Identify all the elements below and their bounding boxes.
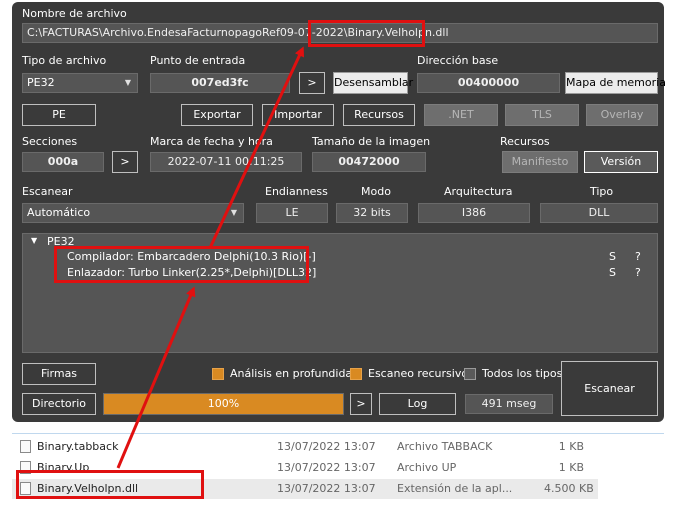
progress-text: 100% [207, 397, 240, 410]
scan-button[interactable]: Escanear [561, 361, 658, 416]
mode-label: Modo [361, 185, 391, 198]
highlight-box-file [16, 470, 204, 499]
file-type-label: Tipo de archivo [22, 54, 107, 67]
base-address-field[interactable]: 00400000 [417, 73, 560, 93]
image-size-label: Tamaño de la imagen [312, 135, 431, 148]
image-size-field[interactable]: 00472000 [312, 152, 426, 172]
all-types-label: Todos los tipos [482, 367, 563, 380]
tree-item-linker-signature[interactable]: S [609, 266, 616, 279]
resources-group-label: Recursos [500, 135, 550, 148]
base-address-label: Dirección base [417, 54, 499, 67]
deep-scan-checkbox[interactable] [212, 368, 224, 380]
tree-item-compiler-signature[interactable]: S [609, 250, 616, 263]
timestamp-label: Marca de fecha y hora [150, 135, 273, 148]
manifest-button[interactable]: Manifiesto [502, 151, 578, 173]
file-type: Archivo TABBACK [397, 440, 493, 453]
chevron-down-icon: ▼ [230, 208, 237, 217]
overlay-button[interactable]: Overlay [586, 104, 658, 126]
file-name-label: Nombre de archivo [22, 7, 127, 20]
dotnet-button[interactable]: .NET [424, 104, 498, 126]
chevron-down-icon: ▼ [124, 78, 131, 87]
file-type: Archivo UP [397, 461, 457, 474]
pe-button[interactable]: PE [22, 104, 96, 126]
deep-scan-label: Análisis en profundidad [230, 367, 360, 380]
file-date: 13/07/2022 13:07 [277, 482, 376, 495]
architecture-label: Arquitectura [444, 185, 513, 198]
recursive-scan-checkbox[interactable] [350, 368, 362, 380]
memory-map-button[interactable]: Mapa de memoria [565, 72, 666, 94]
log-button[interactable]: Log [379, 393, 456, 415]
tree-item-linker-info[interactable]: ? [635, 266, 641, 279]
elapsed-time-field: 491 mseg [465, 394, 553, 414]
timestamp-field[interactable]: 2022-07-11 00:11:25 [150, 152, 302, 172]
entry-point-go-button[interactable]: > [299, 72, 325, 94]
scan-mode-select[interactable]: Automático ▼ [22, 203, 244, 223]
file-date: 13/07/2022 13:07 [277, 461, 376, 474]
sections-go-button[interactable]: > [112, 151, 138, 173]
disassemble-button[interactable]: Desensamblar [333, 72, 413, 94]
results-go-button[interactable]: > [350, 393, 372, 415]
scan-label: Escanear [22, 185, 73, 198]
file-size: 4.500 KB [544, 482, 594, 495]
scan-progress-bar: 100% [103, 393, 344, 415]
directory-button[interactable]: Directorio [22, 393, 96, 415]
file-type-select[interactable]: PE32 ▼ [22, 73, 138, 93]
expand-arrow-icon[interactable]: ▼ [31, 236, 37, 245]
highlight-box-path [308, 20, 425, 47]
sections-field[interactable]: 000a [22, 152, 104, 172]
file-icon [20, 440, 31, 453]
type-field: DLL [540, 203, 658, 223]
signatures-button[interactable]: Firmas [22, 363, 96, 385]
type-label: Tipo [590, 185, 614, 198]
resources-button[interactable]: Recursos [343, 104, 415, 126]
file-type: Extensión de la apl... [397, 482, 513, 495]
version-button[interactable]: Versión [584, 151, 658, 173]
file-size: 1 KB [558, 440, 584, 453]
file-type-value: PE32 [27, 76, 55, 89]
endianness-field: LE [256, 203, 328, 223]
sections-label: Secciones [22, 135, 78, 148]
tree-item-compiler-info[interactable]: ? [635, 250, 641, 263]
endianness-label: Endianness [265, 185, 328, 198]
architecture-field: I386 [418, 203, 530, 223]
import-button[interactable]: Importar [262, 104, 334, 126]
entry-point-label: Punto de entrada [150, 54, 246, 67]
export-button[interactable]: Exportar [181, 104, 253, 126]
file-name: Binary.tabback [37, 440, 119, 453]
entry-point-field[interactable]: 007ed3fc [150, 73, 290, 93]
all-types-checkbox[interactable] [464, 368, 476, 380]
mode-field: 32 bits [336, 203, 408, 223]
recursive-scan-label: Escaneo recursivo [368, 367, 469, 380]
file-date: 13/07/2022 13:07 [277, 440, 376, 453]
scan-mode-value: Automático [27, 206, 91, 219]
list-item[interactable]: Binary.tabback 13/07/2022 13:07 Archivo … [12, 437, 598, 457]
highlight-box-results [54, 246, 309, 283]
tls-button[interactable]: TLS [505, 104, 579, 126]
file-size: 1 KB [558, 461, 584, 474]
